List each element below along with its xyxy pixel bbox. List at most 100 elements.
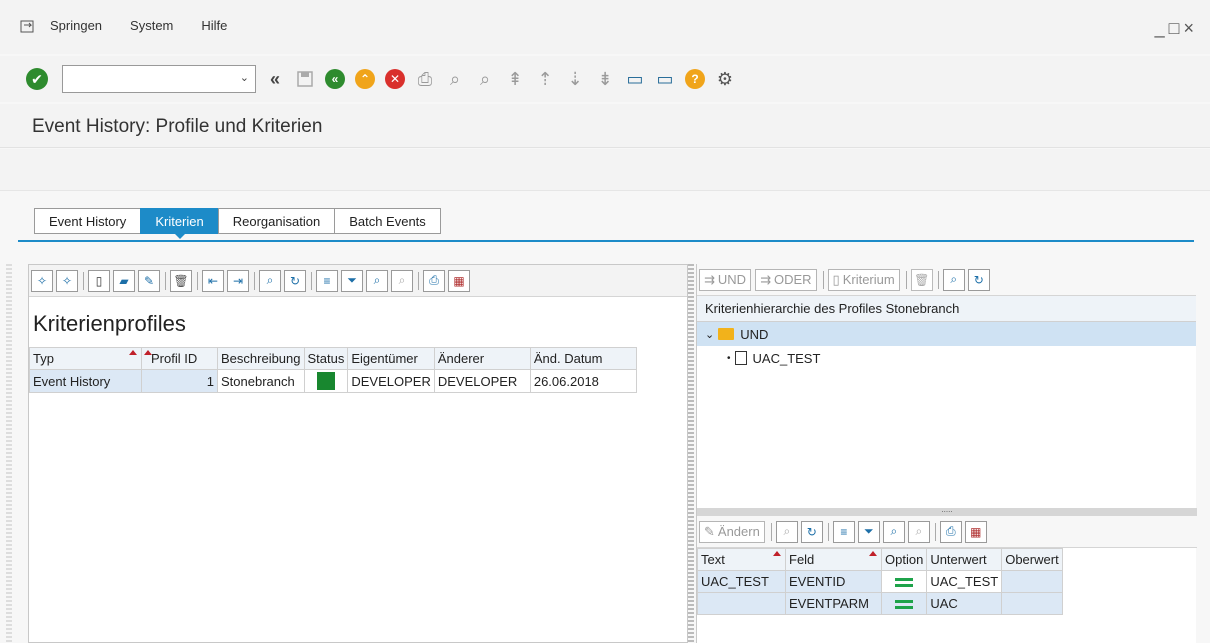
save-icon[interactable] bbox=[294, 68, 316, 90]
oder-button[interactable]: ⇉ ODER bbox=[755, 268, 817, 291]
cell-unterwert[interactable]: UAC bbox=[926, 592, 1003, 615]
copy-icon[interactable]: ▰ bbox=[113, 269, 135, 292]
import-icon[interactable]: ⇤ bbox=[202, 269, 224, 292]
detail-icon[interactable]: ⌕ bbox=[775, 520, 798, 543]
cancel-icon[interactable]: ✕ bbox=[384, 68, 406, 90]
print-icon[interactable]: ⎙ bbox=[423, 269, 445, 292]
find-next-icon[interactable]: ⌕ bbox=[474, 68, 496, 90]
sort-icon[interactable]: ≡ bbox=[316, 269, 338, 292]
separator bbox=[934, 522, 936, 541]
wand-alt-icon[interactable]: ✧ bbox=[56, 269, 78, 292]
table-row[interactable]: EVENTPARM UAC bbox=[697, 592, 1063, 615]
tab-strip: Event History Kriterien Reorganisation B… bbox=[34, 208, 441, 239]
refresh-icon[interactable]: ↻ bbox=[800, 520, 823, 543]
cell-unterwert[interactable]: UAC_TEST bbox=[926, 570, 1003, 593]
cell-typ[interactable]: Event History bbox=[29, 369, 142, 393]
shortcut-icon[interactable]: ▭ bbox=[654, 68, 676, 90]
tab-reorganisation[interactable]: Reorganisation bbox=[217, 208, 335, 234]
command-field[interactable]: ⌄ bbox=[62, 65, 256, 93]
previous-page-icon[interactable]: ⇡ bbox=[534, 68, 556, 90]
refresh-icon[interactable]: ↻ bbox=[967, 268, 990, 291]
detail-icon[interactable]: ⌕ bbox=[942, 268, 965, 291]
aendern-button[interactable]: ✎ Ändern bbox=[699, 520, 765, 543]
separator bbox=[905, 270, 907, 289]
tab-kriterien[interactable]: Kriterien bbox=[140, 208, 218, 239]
back-icon[interactable]: « bbox=[324, 68, 346, 90]
col-aend-datum[interactable]: Änd. Datum bbox=[529, 347, 637, 370]
pencil-icon[interactable]: ✎ bbox=[138, 269, 160, 292]
cell-feld[interactable]: EVENTID bbox=[785, 570, 882, 593]
cell-option[interactable] bbox=[880, 592, 928, 615]
table-row[interactable]: UAC_TEST EVENTID UAC_TEST bbox=[697, 570, 1063, 593]
vertical-splitter[interactable] bbox=[688, 264, 694, 643]
new-document-icon[interactable]: ▯ bbox=[88, 269, 110, 292]
cell-text[interactable] bbox=[697, 592, 786, 615]
exit-icon[interactable]: ⌃ bbox=[354, 68, 376, 90]
find-next-icon[interactable]: ⌕ bbox=[391, 269, 413, 292]
create-session-icon[interactable]: ▭ bbox=[624, 68, 646, 90]
enter-button[interactable]: ✔ bbox=[26, 68, 48, 90]
col-status[interactable]: Status bbox=[303, 347, 349, 370]
find-icon[interactable]: ⌕ bbox=[444, 68, 466, 90]
export-icon[interactable]: ⇥ bbox=[227, 269, 249, 292]
sort-icon[interactable]: ≡ bbox=[832, 520, 855, 543]
und-button[interactable]: ⇉ UND bbox=[699, 268, 752, 291]
menu-system[interactable]: System bbox=[130, 18, 173, 33]
cell-beschreibung[interactable]: Stonebranch bbox=[217, 369, 305, 393]
cell-feld[interactable]: EVENTPARM bbox=[785, 592, 882, 615]
col-eigentuemer[interactable]: Eigentümer bbox=[347, 347, 435, 370]
find-next-icon[interactable]: ⌕ bbox=[907, 520, 930, 543]
col-aenderer[interactable]: Änderer bbox=[433, 347, 531, 370]
cell-status[interactable] bbox=[303, 369, 349, 393]
menu-exit-icon[interactable] bbox=[20, 20, 36, 34]
cell-profil-id[interactable]: 1 bbox=[141, 369, 218, 393]
layout-grid-icon[interactable]: ▦ bbox=[448, 269, 470, 292]
col-profil-id[interactable]: Profil ID bbox=[141, 347, 218, 370]
delete-icon[interactable]: 🗑 bbox=[910, 268, 933, 291]
menu-hilfe[interactable]: Hilfe bbox=[201, 18, 227, 33]
delete-icon[interactable]: 🗑 bbox=[170, 269, 192, 292]
binoculars-icon[interactable]: ⌕ bbox=[366, 269, 388, 292]
tree-node-und[interactable]: ⌄ UND bbox=[697, 322, 1196, 346]
print-icon[interactable]: ⎙ bbox=[939, 520, 962, 543]
cell-option[interactable] bbox=[880, 570, 928, 593]
col-unterwert[interactable]: Unterwert bbox=[926, 548, 1003, 571]
kriterium-button[interactable]: ▯ Kriterium bbox=[827, 268, 900, 291]
window-controls[interactable]: _□× bbox=[1155, 18, 1198, 39]
col-feld[interactable]: Feld bbox=[785, 548, 882, 571]
tab-batch-events[interactable]: Batch Events bbox=[334, 208, 441, 234]
chevron-down-icon[interactable]: ⌄ bbox=[705, 328, 714, 341]
col-option[interactable]: Option bbox=[880, 548, 928, 571]
tab-event-history[interactable]: Event History bbox=[34, 208, 141, 234]
menu-springen[interactable]: Springen bbox=[50, 18, 102, 33]
detail-icon[interactable]: ⌕ bbox=[259, 269, 281, 292]
refresh-icon[interactable]: ↻ bbox=[284, 269, 306, 292]
wand-icon[interactable]: ✧ bbox=[31, 269, 53, 292]
cell-oberwert[interactable] bbox=[1001, 570, 1063, 593]
filter-icon[interactable]: ⏷ bbox=[341, 269, 363, 292]
cell-oberwert[interactable] bbox=[1001, 592, 1063, 615]
col-beschreibung[interactable]: Beschreibung bbox=[217, 347, 305, 370]
col-typ[interactable]: Typ bbox=[29, 347, 142, 370]
cell-eigentuemer[interactable]: DEVELOPER bbox=[347, 369, 435, 393]
filter-icon[interactable]: ⏷ bbox=[857, 520, 880, 543]
first-page-icon[interactable]: ⇞ bbox=[504, 68, 526, 90]
help-icon[interactable]: ? bbox=[684, 68, 706, 90]
settings-gear-icon[interactable]: ⚙ bbox=[714, 68, 736, 90]
chevron-down-icon[interactable]: ⌄ bbox=[240, 71, 249, 84]
col-text[interactable]: Text bbox=[697, 548, 786, 571]
last-page-icon[interactable]: ⇟ bbox=[594, 68, 616, 90]
layout-grid-icon[interactable]: ▦ bbox=[964, 520, 987, 543]
left-splitter[interactable] bbox=[6, 264, 12, 643]
col-oberwert[interactable]: Oberwert bbox=[1001, 548, 1063, 571]
horizontal-splitter[interactable]: ..... bbox=[697, 506, 1197, 516]
table-row[interactable]: Event History 1 Stonebranch DEVELOPER DE… bbox=[29, 369, 637, 393]
next-page-icon[interactable]: ⇣ bbox=[564, 68, 586, 90]
cell-aend-datum[interactable]: 26.06.2018 bbox=[529, 369, 637, 393]
cell-aenderer[interactable]: DEVELOPER bbox=[433, 369, 531, 393]
cell-text[interactable]: UAC_TEST bbox=[697, 570, 786, 593]
binoculars-icon[interactable]: ⌕ bbox=[882, 520, 905, 543]
print-icon[interactable]: ⎙ bbox=[414, 68, 436, 90]
double-chevron-left-icon[interactable]: « bbox=[264, 68, 286, 90]
tree-node-uac-test[interactable]: • UAC_TEST bbox=[697, 346, 1196, 370]
